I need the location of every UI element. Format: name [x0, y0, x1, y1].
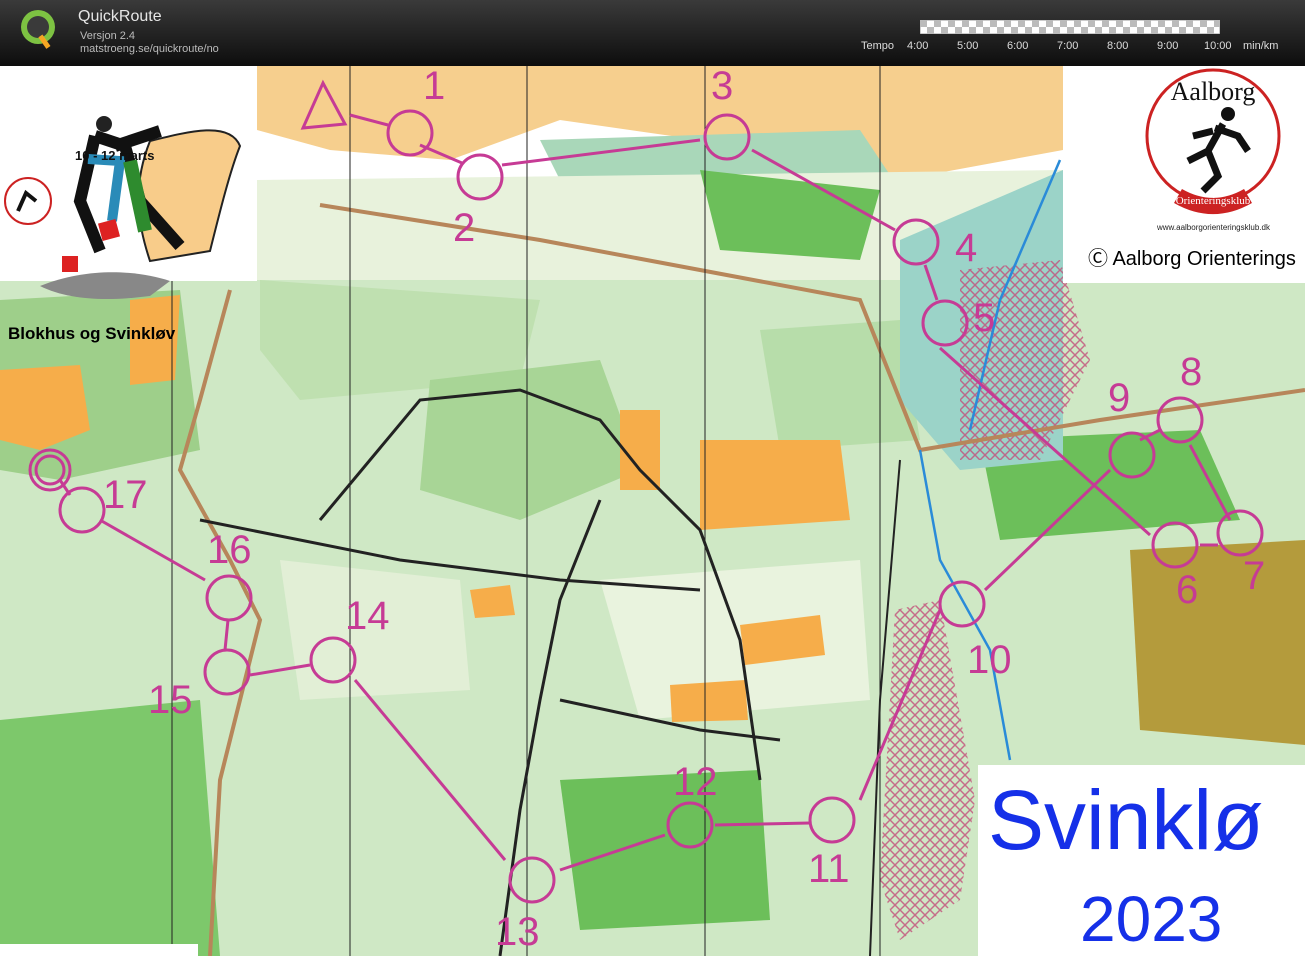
- event-header-panel: 10 - 12 marts Blokhus og Svinkløv: [0, 66, 257, 343]
- tempo-label: Tempo: [861, 40, 895, 52]
- tempo-tick: 7:00: [1057, 40, 1079, 52]
- control-number: 13: [495, 910, 540, 954]
- tempo-tick: 9:00: [1157, 40, 1179, 52]
- event-dates: 10 - 12 marts: [75, 148, 155, 163]
- control-number: 2: [453, 206, 476, 250]
- tempo-unit: min/km: [1243, 40, 1279, 52]
- club-logo-icon: Aalborg Orienteringsklub: [1145, 68, 1281, 214]
- tempo-tick: 5:00: [957, 40, 979, 52]
- control-number: 16: [207, 528, 252, 572]
- map-title: Svinklø: [988, 773, 1264, 867]
- control-number: 14: [345, 594, 390, 638]
- app-title: QuickRoute: [78, 8, 162, 25]
- control-number: 4: [955, 226, 978, 270]
- control-number: 10: [967, 638, 1012, 682]
- event-name: Blokhus og Svinkløv: [8, 324, 176, 343]
- app-version: Versjon 2.4: [80, 30, 136, 42]
- control-number: 9: [1108, 376, 1131, 420]
- club-url: www.aalborgorienteringsklub.dk: [1157, 223, 1270, 232]
- club-logo-panel: Aalborg Orienteringsklub www.aalborgorie…: [1063, 66, 1305, 283]
- control-number: 1: [423, 64, 446, 108]
- event-logo-icon: [4, 116, 242, 299]
- control-number: 8: [1180, 350, 1203, 394]
- control-number: 12: [673, 760, 718, 804]
- tempo-color-scale: [920, 20, 1220, 34]
- control-number: 5: [973, 296, 996, 340]
- control-number: 17: [103, 473, 148, 517]
- tempo-tick: 4:00: [907, 40, 929, 52]
- control-number: 7: [1243, 554, 1266, 598]
- quickroute-logo-icon: [21, 10, 55, 49]
- map-year: 2023: [1080, 883, 1223, 955]
- tempo-tick: 6:00: [1007, 40, 1029, 52]
- tempo-tick: 8:00: [1107, 40, 1129, 52]
- control-number: 11: [808, 847, 850, 891]
- control-number: 6: [1176, 568, 1199, 612]
- tempo-tick: 10:00: [1204, 40, 1232, 52]
- map-edge-whitespace: [0, 944, 198, 956]
- control-number: 15: [148, 678, 193, 722]
- club-name-bottom: Orienteringsklub: [1176, 195, 1251, 207]
- club-name-top: Aalborg: [1171, 77, 1256, 106]
- app-url: matstroeng.se/quickroute/no: [80, 43, 219, 55]
- control-number: 3: [711, 64, 734, 108]
- toolbar: QuickRoute Versjon 2.4 matstroeng.se/qui…: [0, 0, 1305, 66]
- copyright-text: Ⓒ Aalborg Orienterings: [1088, 248, 1296, 270]
